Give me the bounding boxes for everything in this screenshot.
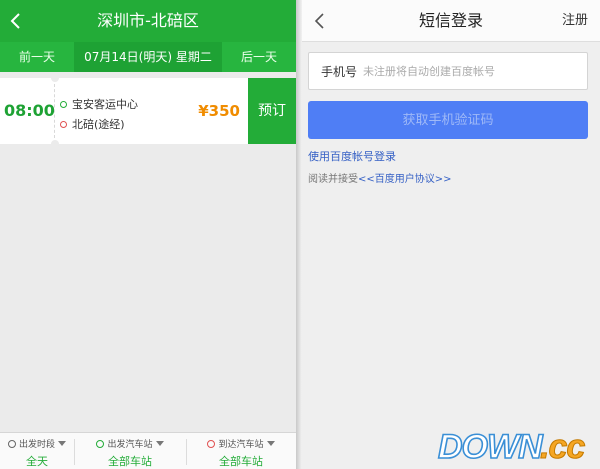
- filter-bar: 出发时段 全天 出发汽车站 全部车站 到达汽车站 全部车站: [0, 432, 296, 469]
- filter-departure-station[interactable]: 出发汽车站 全部车站: [74, 433, 186, 469]
- agreement-text: 阅读并接受<<百度用户协议>>: [308, 170, 452, 185]
- phone-field: 手机号: [308, 52, 588, 90]
- bus-schedule-screen: 深圳市-北碚区 前一天 07月14日(明天) 星期二 后一天 08:00 宝安客…: [0, 0, 296, 469]
- dropdown-arrow-icon: [266, 441, 275, 446]
- filter-label: 出发时段: [18, 440, 55, 450]
- svg-text:.cc: .cc: [540, 428, 585, 465]
- next-day-button[interactable]: 后一天: [222, 42, 296, 72]
- route-header: 深圳市-北碚区: [0, 0, 296, 42]
- date-bar: 前一天 07月14日(明天) 星期二 后一天: [0, 42, 296, 72]
- dropdown-arrow-icon: [58, 441, 66, 446]
- origin-dot-icon: [60, 101, 67, 108]
- to-station: 北碚(途经): [60, 116, 125, 132]
- back-arrow-icon[interactable]: [310, 9, 330, 33]
- from-station: 宝安客运中心: [60, 96, 138, 112]
- filter-value: 全部车站: [108, 455, 152, 468]
- down-cc-watermark-logo: DOWN .cc: [437, 427, 587, 465]
- departure-time: 08:00: [4, 101, 55, 120]
- register-link[interactable]: 注册: [562, 0, 588, 42]
- svg-text:DOWN: DOWN: [438, 428, 544, 465]
- route-title: 深圳市-北碚区: [97, 11, 199, 30]
- to-station-label: 北碚(途经): [72, 118, 125, 131]
- destination-dot-icon: [60, 121, 67, 128]
- sms-login-screen: 短信登录 注册 手机号 获取手机验证码 使用百度帐号登录 阅读并接受<<百度用户…: [302, 0, 600, 469]
- back-arrow-icon[interactable]: [6, 9, 26, 33]
- user-agreement-link[interactable]: <<百度用户协议>>: [358, 174, 452, 185]
- current-date[interactable]: 07月14日(明天) 星期二: [74, 42, 222, 72]
- filter-value: 全部车站: [219, 455, 263, 468]
- route-line: [54, 84, 55, 138]
- dropdown-arrow-icon: [155, 441, 164, 446]
- filter-value: 全天: [26, 455, 48, 468]
- phone-input[interactable]: [363, 59, 583, 83]
- book-button[interactable]: 预订: [248, 78, 296, 144]
- agreement-prefix: 阅读并接受: [308, 174, 358, 185]
- phone-label: 手机号: [321, 65, 358, 79]
- baidu-account-login-link[interactable]: 使用百度帐号登录: [308, 148, 396, 164]
- page-title: 短信登录: [418, 11, 483, 30]
- prev-day-button[interactable]: 前一天: [0, 42, 74, 72]
- filter-label: 出发汽车站: [107, 440, 153, 450]
- filter-arrival-station[interactable]: 到达汽车站 全部车站: [186, 433, 296, 469]
- ticket-price: ¥350: [198, 102, 240, 120]
- filter-departure-time[interactable]: 出发时段 全天: [0, 433, 74, 469]
- destination-dot-icon: [207, 440, 216, 448]
- login-header: 短信登录 注册: [302, 0, 600, 42]
- filter-label: 到达汽车站: [218, 440, 264, 450]
- get-code-button[interactable]: 获取手机验证码: [308, 101, 588, 139]
- origin-dot-icon: [96, 440, 105, 448]
- from-station-label: 宝安客运中心: [72, 98, 138, 111]
- clock-icon: [7, 440, 16, 448]
- trip-card[interactable]: 08:00 宝安客运中心 北碚(途经) ¥350 预订: [0, 74, 296, 148]
